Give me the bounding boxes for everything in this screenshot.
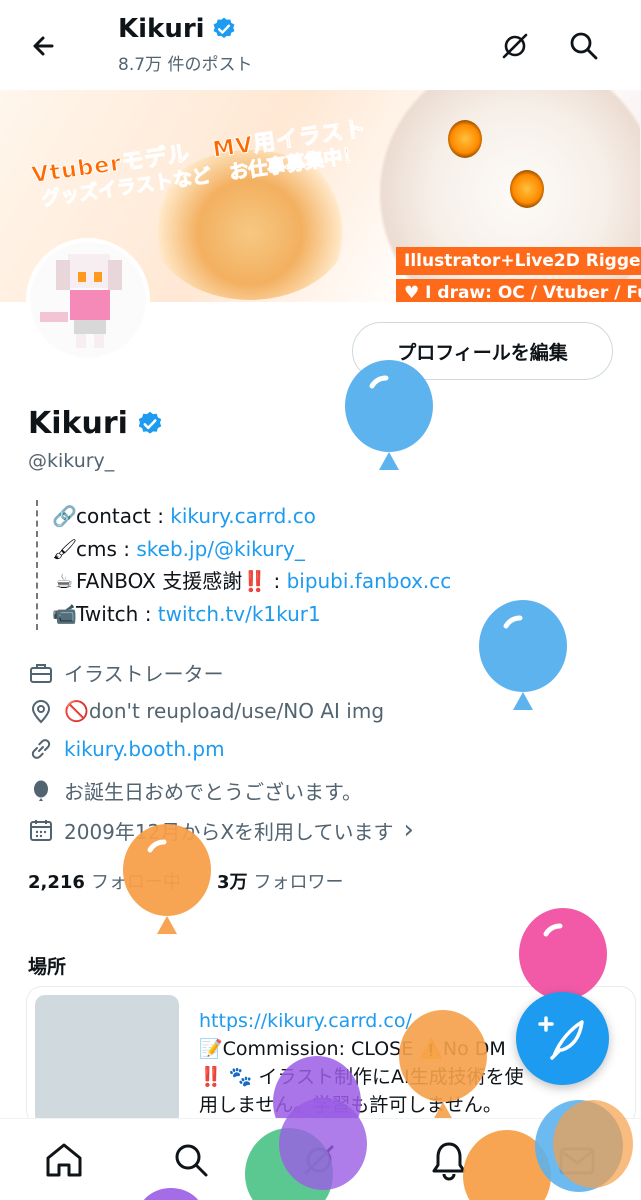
arrow-left-icon bbox=[33, 36, 54, 56]
orange-balloon bbox=[553, 1100, 633, 1188]
paintbrush-emoji-icon: 🖌 bbox=[52, 536, 78, 561]
banner-tags-strip: ♥ I draw: OC / Vtuber / Furry bbox=[396, 279, 641, 302]
bio-label: cms : bbox=[76, 536, 137, 561]
orange-balloon bbox=[123, 824, 211, 934]
bio-line: ☕ FANBOX 支援感謝‼️ : bipubi.fanbox.cc bbox=[52, 565, 451, 598]
location-section-title: 場所 bbox=[28, 956, 67, 978]
avatar-pixel-character bbox=[40, 254, 122, 348]
verified-badge-icon bbox=[213, 17, 235, 38]
calendar-icon bbox=[30, 820, 52, 841]
grok-button[interactable] bbox=[497, 28, 533, 64]
compose-button[interactable] bbox=[516, 992, 609, 1085]
banner-role-strip: Illustrator+Live2D Rigger bbox=[396, 247, 641, 275]
profile-website: kikury.booth.pm bbox=[28, 736, 225, 762]
bio-link[interactable]: kikury.carrd.co bbox=[170, 504, 316, 528]
home-icon bbox=[46, 1143, 82, 1177]
coffee-emoji-icon: ☕ bbox=[55, 569, 73, 593]
bio-label: contact : bbox=[76, 504, 171, 528]
nav-home[interactable] bbox=[43, 1139, 85, 1181]
search-icon bbox=[175, 1144, 208, 1177]
banner-character-eye bbox=[448, 120, 482, 158]
top-bar: Kikuri 8.7万 件のポスト bbox=[0, 0, 641, 90]
blue-balloon bbox=[345, 360, 433, 470]
profile-bio: 🔗contact : kikury.carrd.co 🖌cms : skeb.j… bbox=[36, 500, 451, 630]
profile-job: イラストレーター bbox=[28, 658, 224, 687]
bio-link[interactable]: twitch.tv/k1kur1 bbox=[158, 602, 321, 626]
bio-link[interactable]: bipubi.fanbox.cc bbox=[287, 569, 452, 593]
link-icon bbox=[31, 739, 51, 759]
location-card-thumbnail bbox=[35, 995, 179, 1125]
header-title-block: Kikuri 8.7万 件のポスト bbox=[118, 14, 252, 75]
location-text: 🚫don't reupload/use/NO AI img bbox=[64, 699, 385, 723]
banner-character-eye bbox=[510, 170, 544, 208]
profile-handle: @kikury_ bbox=[28, 450, 115, 472]
profile-name-row: Kikuri bbox=[28, 406, 164, 441]
grok-icon bbox=[502, 33, 528, 59]
post-count: 8.7万 件のポスト bbox=[118, 55, 253, 75]
profile-birthday: お誕生日おめでとうございます。 bbox=[28, 776, 362, 805]
bio-label: Twitch : bbox=[76, 601, 158, 626]
search-button[interactable] bbox=[566, 28, 602, 64]
link-emoji-icon: 🔗 bbox=[52, 504, 77, 528]
compose-icon bbox=[538, 1016, 584, 1060]
followers-label: フォロワー bbox=[253, 872, 344, 893]
avatar[interactable] bbox=[26, 238, 150, 362]
bio-label: FANBOX 支援感謝‼️ : bbox=[76, 569, 287, 593]
nav-search[interactable] bbox=[170, 1139, 212, 1181]
following-count: 2,216 bbox=[28, 872, 85, 893]
bio-line: 🖌cms : skeb.jp/@kikury_ bbox=[52, 533, 451, 566]
bio-line: 🔗contact : kikury.carrd.co bbox=[52, 500, 451, 533]
search-icon bbox=[570, 32, 598, 60]
briefcase-icon bbox=[30, 663, 52, 683]
location-pin-icon bbox=[31, 700, 51, 724]
bio-link[interactable]: skeb.jp/@kikury_ bbox=[136, 537, 304, 561]
followers-link[interactable]: 3万 フォロワー bbox=[217, 868, 344, 894]
profile-location: 🚫don't reupload/use/NO AI img bbox=[28, 698, 384, 724]
profile-name: Kikuri bbox=[28, 406, 128, 441]
video-camera-emoji-icon: 📹 bbox=[52, 601, 77, 626]
job-text: イラストレーター bbox=[64, 662, 224, 686]
purple-balloon bbox=[143, 1188, 199, 1200]
bio-line: 📹Twitch : twitch.tv/k1kur1 bbox=[52, 598, 451, 631]
profile-joined[interactable]: 2009年12月からXを利用しています › bbox=[28, 815, 414, 845]
joined-text: 2009年12月からXを利用しています bbox=[64, 819, 394, 844]
verified-badge-icon[interactable] bbox=[136, 410, 164, 438]
website-link[interactable]: kikury.booth.pm bbox=[64, 737, 225, 761]
blue-balloon bbox=[479, 600, 567, 710]
balloon-icon bbox=[34, 780, 48, 801]
chevron-right-icon: › bbox=[403, 815, 414, 845]
orange-balloon bbox=[399, 1010, 487, 1120]
back-button[interactable] bbox=[26, 28, 62, 64]
purple-balloon bbox=[279, 1098, 367, 1190]
birthday-text: お誕生日おめでとうございます。 bbox=[64, 780, 362, 804]
followers-count: 3万 bbox=[216, 872, 248, 893]
header-title: Kikuri bbox=[118, 14, 205, 44]
